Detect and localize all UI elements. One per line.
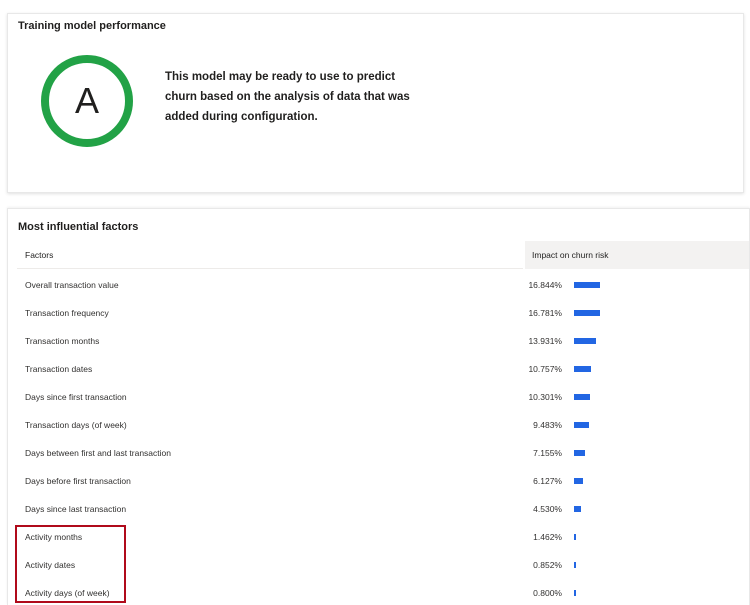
table-row: Transaction days (of week) 9.483% bbox=[17, 411, 749, 439]
table-row: Days between first and last transaction 7… bbox=[17, 439, 749, 467]
impact-bar bbox=[574, 366, 591, 372]
influential-factors-card: Most influential factors Factors Impact … bbox=[7, 208, 750, 605]
table-row: Activity dates 0.852% bbox=[17, 551, 749, 579]
factor-name: Transaction dates bbox=[25, 364, 93, 374]
impact-bar bbox=[574, 450, 585, 456]
factor-impact-value: 13.931% bbox=[528, 336, 562, 346]
grade-letter: A bbox=[74, 80, 99, 121]
table-row: Activity months 1.462% bbox=[17, 523, 749, 551]
factor-impact-value: 7.155% bbox=[533, 448, 562, 458]
impact-bar bbox=[574, 282, 600, 288]
factors-title: Most influential factors bbox=[18, 221, 139, 233]
grade-ring: A bbox=[41, 55, 133, 147]
impact-bar bbox=[574, 422, 589, 428]
impact-bar bbox=[574, 478, 583, 484]
factor-impact-value: 10.301% bbox=[528, 392, 562, 402]
table-row: Days since last transaction 4.530% bbox=[17, 495, 749, 523]
performance-description: This model may be ready to use to predic… bbox=[165, 71, 410, 123]
factor-name: Days between first and last transaction bbox=[25, 448, 171, 458]
factor-impact-value: 6.127% bbox=[533, 476, 562, 486]
impact-bar bbox=[574, 338, 596, 344]
impact-bar bbox=[574, 590, 576, 596]
table-row: Transaction dates 10.757% bbox=[17, 355, 749, 383]
impact-bar bbox=[574, 394, 590, 400]
factor-impact-value: 9.483% bbox=[533, 420, 562, 430]
factors-table-header: Factors Impact on churn risk bbox=[17, 241, 749, 269]
factor-impact-value: 16.844% bbox=[528, 280, 562, 290]
factor-impact-value: 0.852% bbox=[533, 560, 562, 570]
table-row: Days before first transaction 6.127% bbox=[17, 467, 749, 495]
column-header-factors[interactable]: Factors bbox=[17, 241, 523, 269]
factor-name: Transaction frequency bbox=[25, 308, 109, 318]
impact-bar bbox=[574, 506, 581, 512]
factor-name: Activity days (of week) bbox=[25, 588, 110, 598]
table-row: Activity days (of week) 0.800% bbox=[17, 579, 749, 605]
factor-name: Days since first transaction bbox=[25, 392, 127, 402]
factor-name: Transaction months bbox=[25, 336, 100, 346]
column-header-impact[interactable]: Impact on churn risk bbox=[525, 241, 749, 269]
impact-bar bbox=[574, 534, 576, 540]
factor-name: Overall transaction value bbox=[25, 280, 119, 290]
factor-impact-value: 16.781% bbox=[528, 308, 562, 318]
performance-title: Training model performance bbox=[18, 20, 166, 32]
factor-name: Transaction days (of week) bbox=[25, 420, 127, 430]
factor-impact-value: 4.530% bbox=[533, 504, 562, 514]
model-performance-card: Training model performance A This model … bbox=[7, 13, 744, 193]
factor-impact-value: 10.757% bbox=[528, 364, 562, 374]
factor-name: Activity dates bbox=[25, 560, 76, 570]
factor-name: Activity months bbox=[25, 532, 83, 542]
factor-name: Days since last transaction bbox=[25, 504, 127, 514]
factor-impact-value: 1.462% bbox=[533, 532, 562, 542]
impact-bar bbox=[574, 310, 600, 316]
factor-name: Days before first transaction bbox=[25, 476, 131, 486]
impact-bar bbox=[574, 562, 576, 568]
table-row: Days since first transaction 10.301% bbox=[17, 383, 749, 411]
table-row: Overall transaction value 16.844% bbox=[17, 271, 749, 299]
table-row: Transaction months 13.931% bbox=[17, 327, 749, 355]
table-row: Transaction frequency 16.781% bbox=[17, 299, 749, 327]
factor-impact-value: 0.800% bbox=[533, 588, 562, 598]
factors-table-body: Overall transaction value 16.844% Transact… bbox=[17, 271, 749, 605]
